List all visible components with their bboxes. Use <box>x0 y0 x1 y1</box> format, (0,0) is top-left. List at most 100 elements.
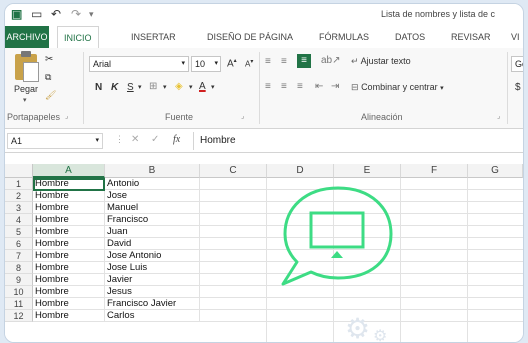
cell-a8[interactable]: Hombre <box>33 262 105 274</box>
grid-line <box>200 297 523 298</box>
format-painter-icon[interactable]: 🖌 <box>45 90 56 101</box>
number-format-select[interactable]: Ge <box>511 56 523 72</box>
increase-font-button[interactable]: A▴ <box>227 57 237 69</box>
align-bottom-icon[interactable]: ≡ <box>297 54 311 68</box>
clipboard-launcher-icon[interactable]: ⌟ <box>65 112 68 120</box>
chevron-down-icon[interactable]: ▾ <box>163 83 167 91</box>
font-color-button[interactable]: A <box>199 81 206 92</box>
insert-function-button[interactable]: fx <box>173 134 180 145</box>
column-header-d[interactable]: D <box>267 164 334 178</box>
cell-a4[interactable]: Hombre <box>33 214 105 226</box>
chevron-down-icon[interactable]: ▾ <box>189 83 193 91</box>
excel-logo-icon: ▣ <box>11 7 23 21</box>
paste-dropdown-icon[interactable]: ▾ <box>23 96 27 104</box>
cell-b2[interactable]: Jose <box>105 190 200 202</box>
cell-b4[interactable]: Francisco <box>105 214 200 226</box>
undo-icon[interactable]: ↶ <box>51 7 61 21</box>
cell-b1[interactable]: Antonio <box>105 178 200 190</box>
column-header-b[interactable]: B <box>105 164 200 178</box>
tab-revisar[interactable]: REVISAR <box>451 32 491 42</box>
column-header-e[interactable]: E <box>334 164 401 178</box>
align-left-icon[interactable]: ≡ <box>265 81 271 92</box>
row-header[interactable]: 3 <box>5 202 33 214</box>
tab-formulas[interactable]: FÓRMULAS <box>319 32 369 42</box>
row-header[interactable]: 9 <box>5 274 33 286</box>
row-header[interactable]: 1 <box>5 178 33 190</box>
cell-b9[interactable]: Javier <box>105 274 200 286</box>
bold-button[interactable]: N <box>95 82 102 93</box>
cell-a6[interactable]: Hombre <box>33 238 105 250</box>
font-name-select[interactable]: Arial ▾ <box>89 56 189 72</box>
row-header[interactable]: 11 <box>5 298 33 310</box>
row-header[interactable]: 8 <box>5 262 33 274</box>
font-launcher-icon[interactable]: ⌟ <box>241 112 244 120</box>
cell-a2[interactable]: Hombre <box>33 190 105 202</box>
tab-inicio[interactable]: INICIO <box>57 26 99 49</box>
tab-insertar[interactable]: INSERTAR <box>131 32 176 42</box>
row-header[interactable]: 4 <box>5 214 33 226</box>
paste-button[interactable]: Pegar ▾ <box>11 51 41 104</box>
save-icon[interactable]: ▭ <box>31 7 42 21</box>
row-header[interactable]: 6 <box>5 238 33 250</box>
row-header[interactable]: 5 <box>5 226 33 238</box>
underline-button[interactable]: S <box>127 82 134 93</box>
cell-b10[interactable]: Jesus <box>105 286 200 298</box>
column-header-f[interactable]: F <box>401 164 468 178</box>
cell-b8[interactable]: Jose Luis <box>105 262 200 274</box>
copy-icon[interactable]: ⧉ <box>45 72 51 83</box>
tab-datos[interactable]: DATOS <box>395 32 425 42</box>
cut-icon[interactable]: ✂ <box>45 54 53 65</box>
align-center-icon[interactable]: ≡ <box>281 81 287 92</box>
italic-button[interactable]: K <box>111 82 118 93</box>
wrap-text-button[interactable]: ↵ Ajustar texto <box>351 56 411 67</box>
decrease-font-button[interactable]: A▾ <box>245 58 253 69</box>
orientation-icon[interactable]: ab↗ <box>321 55 341 66</box>
column-header-c[interactable]: C <box>200 164 267 178</box>
fill-color-icon[interactable]: ◈ <box>175 81 183 92</box>
increase-indent-icon[interactable]: ⇥ <box>331 81 339 92</box>
window-title: Lista de nombres y lista de c <box>381 9 496 19</box>
customize-qa-icon[interactable]: ▾ <box>89 9 94 20</box>
cell-a9[interactable]: Hombre <box>33 274 105 286</box>
align-top-icon[interactable]: ≡ <box>265 56 271 67</box>
active-cell-selection <box>33 178 105 191</box>
cell-b5[interactable]: Juan <box>105 226 200 238</box>
tab-archivo[interactable]: ARCHIVO <box>5 26 49 48</box>
merge-center-button[interactable]: ⊟ Combinar y centrar ▾ <box>351 82 444 93</box>
cell-b3[interactable]: Manuel <box>105 202 200 214</box>
cell-b12[interactable]: Carlos <box>105 310 200 322</box>
cancel-icon[interactable]: ✕ <box>131 134 139 145</box>
borders-icon[interactable]: ⊞ <box>149 81 157 92</box>
column-header-a[interactable]: A <box>33 164 105 178</box>
tab-diseno-pagina[interactable]: DISEÑO DE PÁGINA <box>207 32 293 42</box>
row-header[interactable]: 2 <box>5 190 33 202</box>
cell-b6[interactable]: David <box>105 238 200 250</box>
row-header[interactable]: 12 <box>5 310 33 322</box>
currency-button[interactable]: $ <box>515 82 521 93</box>
cell-b11[interactable]: Francisco Javier <box>105 298 200 310</box>
font-size-select[interactable]: 10 ▾ <box>191 56 221 72</box>
row-header[interactable]: 7 <box>5 250 33 262</box>
select-all-corner[interactable] <box>5 164 33 178</box>
cell-b7[interactable]: Jose Antonio <box>105 250 200 262</box>
column-header-g[interactable]: G <box>468 164 523 178</box>
enter-icon[interactable]: ✓ <box>151 134 159 145</box>
align-middle-icon[interactable]: ≡ <box>281 56 287 67</box>
name-box[interactable]: A1 ▾ <box>7 133 103 149</box>
cell-a5[interactable]: Hombre <box>33 226 105 238</box>
divider <box>507 52 508 124</box>
alignment-launcher-icon[interactable]: ⌟ <box>497 112 500 120</box>
chevron-down-icon[interactable]: ▾ <box>138 83 142 91</box>
row-header[interactable]: 10 <box>5 286 33 298</box>
cell-a10[interactable]: Hombre <box>33 286 105 298</box>
formula-input[interactable]: Hombre <box>193 132 521 150</box>
tab-vista[interactable]: VI <box>511 32 520 42</box>
redo-icon[interactable]: ↷ <box>71 7 81 21</box>
cell-a3[interactable]: Hombre <box>33 202 105 214</box>
cell-a12[interactable]: Hombre <box>33 310 105 322</box>
chevron-down-icon[interactable]: ▾ <box>211 83 215 91</box>
cell-a11[interactable]: Hombre <box>33 298 105 310</box>
cell-a7[interactable]: Hombre <box>33 250 105 262</box>
decrease-indent-icon[interactable]: ⇤ <box>315 81 323 92</box>
align-right-icon[interactable]: ≡ <box>297 81 303 92</box>
